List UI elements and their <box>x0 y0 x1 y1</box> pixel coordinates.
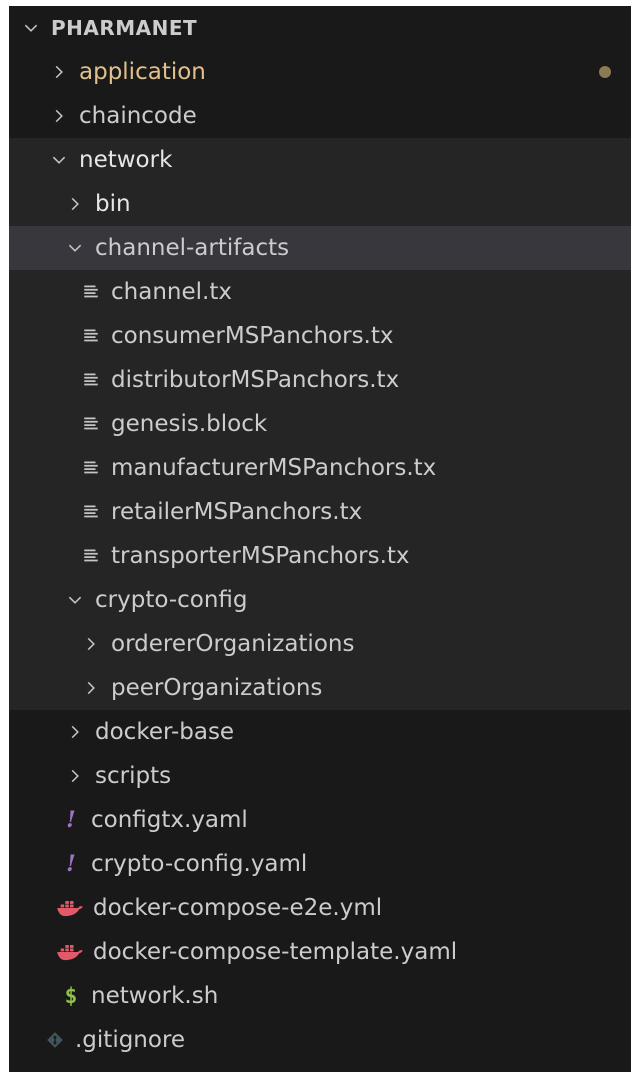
tree-item-label: ordererOrganizations <box>111 631 355 657</box>
tree-file-transporter-msp-anchors[interactable]: transporterMSPanchors.tx <box>9 534 631 578</box>
tree-item-label: manufacturerMSPanchors.tx <box>111 455 437 481</box>
explorer-title: PHARMANET <box>51 16 198 40</box>
text-file-icon <box>79 368 103 392</box>
tree-item-label: channel.tx <box>111 279 232 305</box>
tree-folder-bin[interactable]: bin <box>9 182 631 226</box>
chevron-right-icon <box>47 104 71 128</box>
tree-item-label: network <box>79 147 173 173</box>
tree-item-label: crypto-config <box>95 587 248 613</box>
chevron-down-icon <box>63 588 87 612</box>
docker-icon <box>55 896 85 920</box>
tree-item-label: peerOrganizations <box>111 675 323 701</box>
tree-item-label: docker-base <box>95 719 235 745</box>
tree-item-label: application <box>79 59 206 85</box>
docker-icon <box>55 940 85 964</box>
tree-item-label: chaincode <box>79 103 197 129</box>
tree-item-label: .gitignore <box>75 1027 186 1053</box>
tree-file-manufacturer-msp-anchors[interactable]: manufacturerMSPanchors.tx <box>9 446 631 490</box>
tree-item-label: scripts <box>95 763 172 789</box>
tree-folder-chaincode[interactable]: chaincode <box>9 94 631 138</box>
tree-item-label: channel-artifacts <box>95 235 290 261</box>
tree-file-configtx-yaml[interactable]: ! configtx.yaml <box>9 798 631 842</box>
tree-file-consumer-msp-anchors[interactable]: consumerMSPanchors.tx <box>9 314 631 358</box>
tree-item-label: consumerMSPanchors.tx <box>111 323 394 349</box>
tree-file-retailer-msp-anchors[interactable]: retailerMSPanchors.tx <box>9 490 631 534</box>
tree-file-gitignore[interactable]: .gitignore <box>9 1018 631 1062</box>
git-icon <box>43 1028 67 1052</box>
tree-file-genesis-block[interactable]: genesis.block <box>9 402 631 446</box>
tree-item-label: bin <box>95 191 131 217</box>
tree-file-docker-compose-template[interactable]: docker-compose-template.yaml <box>9 930 631 974</box>
tree-folder-application[interactable]: application <box>9 50 631 94</box>
chevron-right-icon <box>63 720 87 744</box>
tree-item-label: configtx.yaml <box>91 807 248 833</box>
tree-item-label: transporterMSPanchors.tx <box>111 543 410 569</box>
yaml-icon: ! <box>66 851 76 877</box>
text-file-icon <box>79 456 103 480</box>
tree-folder-scripts[interactable]: scripts <box>9 754 631 798</box>
tree-item-label: docker-compose-template.yaml <box>93 939 458 965</box>
tree-folder-channel-artifacts[interactable]: channel-artifacts <box>9 226 631 270</box>
tree-file-docker-compose-e2e[interactable]: docker-compose-e2e.yml <box>9 886 631 930</box>
file-explorer: PHARMANET application chaincode network … <box>9 6 631 1072</box>
text-file-icon <box>79 500 103 524</box>
chevron-down-icon <box>63 236 87 260</box>
yaml-icon: ! <box>66 807 76 833</box>
tree-item-label: docker-compose-e2e.yml <box>93 895 383 921</box>
tree-item-label: network.sh <box>91 983 219 1009</box>
text-file-icon <box>79 412 103 436</box>
tree-file-distributor-msp-anchors[interactable]: distributorMSPanchors.tx <box>9 358 631 402</box>
tree-folder-crypto-config[interactable]: crypto-config <box>9 578 631 622</box>
tree-folder-docker-base[interactable]: docker-base <box>9 710 631 754</box>
chevron-right-icon <box>63 764 87 788</box>
tree-file-network-sh[interactable]: $ network.sh <box>9 974 631 1018</box>
chevron-down-icon <box>47 148 71 172</box>
text-file-icon <box>79 544 103 568</box>
chevron-right-icon <box>47 60 71 84</box>
tree-item-label: distributorMSPanchors.tx <box>111 367 400 393</box>
modified-indicator-dot <box>599 66 611 78</box>
tree-file-crypto-config-yaml[interactable]: ! crypto-config.yaml <box>9 842 631 886</box>
tree-item-label: crypto-config.yaml <box>91 851 308 877</box>
explorer-section-header[interactable]: PHARMANET <box>9 6 631 50</box>
tree-folder-orderer-organizations[interactable]: ordererOrganizations <box>9 622 631 666</box>
tree-file-channel-tx[interactable]: channel.tx <box>9 270 631 314</box>
shell-icon: $ <box>64 984 78 1008</box>
text-file-icon <box>79 280 103 304</box>
tree-folder-peer-organizations[interactable]: peerOrganizations <box>9 666 631 710</box>
chevron-down-icon <box>19 16 43 40</box>
text-file-icon <box>79 324 103 348</box>
chevron-right-icon <box>79 632 103 656</box>
tree-item-label: retailerMSPanchors.tx <box>111 499 363 525</box>
tree-folder-network[interactable]: network <box>9 138 631 182</box>
tree-item-label: genesis.block <box>111 411 268 437</box>
chevron-right-icon <box>79 676 103 700</box>
chevron-right-icon <box>63 192 87 216</box>
